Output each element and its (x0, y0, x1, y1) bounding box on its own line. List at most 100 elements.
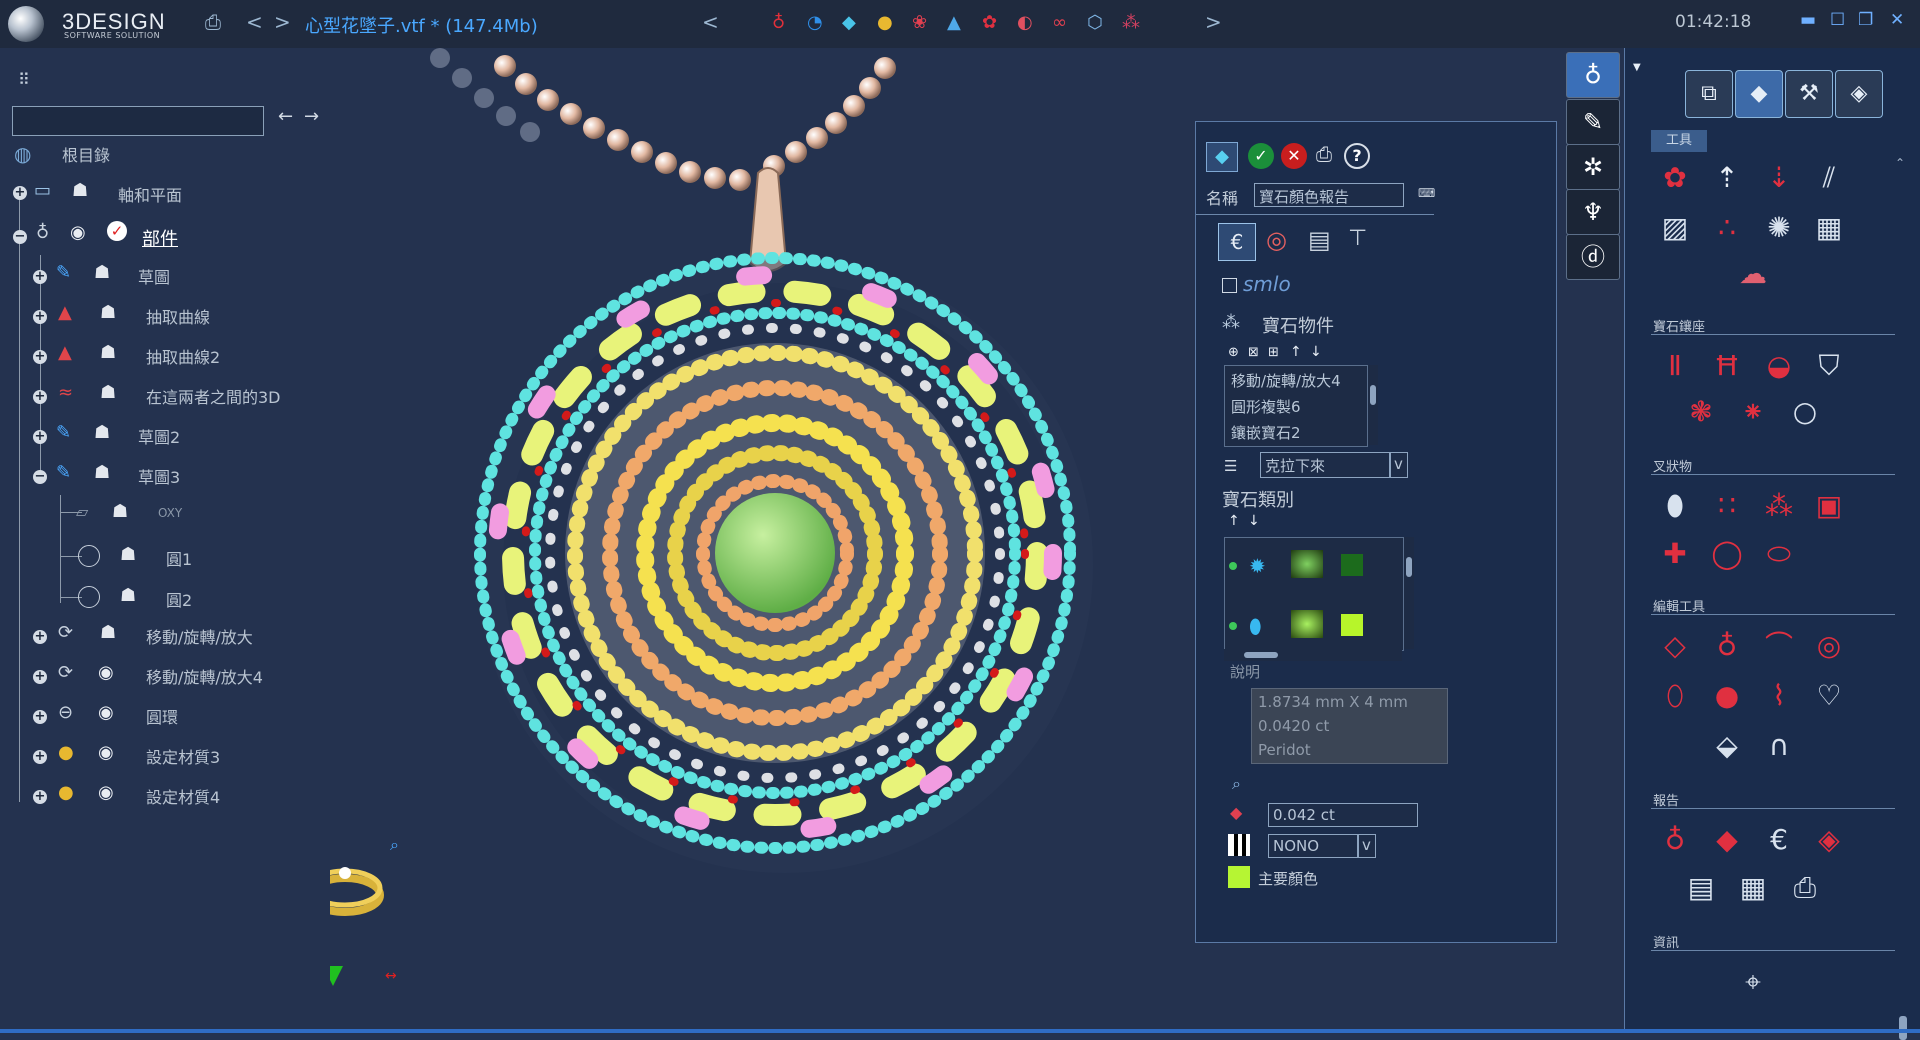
document-tab-icon[interactable]: ▤ (1308, 226, 1331, 254)
edit-curve-icon[interactable]: ⌇ (1761, 678, 1797, 714)
tree-collapse-button[interactable]: − (33, 470, 47, 484)
tree-item-sketch[interactable]: 草圖 (138, 264, 170, 288)
tree-expand-button[interactable]: + (33, 430, 47, 444)
visibility-hidden-icon[interactable]: ☗ (120, 544, 136, 565)
tree-item-axes-planes[interactable]: 軸和平面 (118, 182, 182, 206)
tools-tab[interactable]: 工具 (1651, 130, 1707, 152)
back-button[interactable]: < (246, 10, 263, 34)
category-move-up-icon[interactable]: ↑ (1228, 513, 1240, 529)
tree-item-extract-curve-2[interactable]: 抽取曲線2 (146, 344, 220, 368)
prong-setting-icon[interactable]: Ⅱ (1657, 348, 1693, 384)
edit-heart-icon[interactable]: ♡ (1811, 678, 1847, 714)
cylinder-prong-icon[interactable]: ⬮ (1657, 488, 1693, 524)
gem-scatter-icon[interactable]: ∴ (1709, 210, 1745, 246)
pipe-tool-icon[interactable]: ◔ (807, 12, 823, 33)
diamond-tool-icon[interactable]: ◆ (842, 12, 856, 33)
visibility-hidden-icon[interactable]: ☗ (94, 462, 110, 483)
move-up-icon[interactable]: ↑ (1290, 344, 1302, 360)
multi-prong-icon[interactable]: ⁂ (1761, 488, 1797, 524)
add-item-icon[interactable]: ⊕ (1228, 345, 1239, 360)
edit-ruby-icon[interactable]: ● (1709, 678, 1745, 714)
visibility-hidden-icon[interactable]: ☗ (72, 180, 88, 201)
tree-item-torus[interactable]: 圓環 (146, 704, 178, 728)
render-mode-button[interactable]: ♆ (1566, 189, 1620, 235)
magnifier-icon[interactable]: ⌕ (1232, 774, 1241, 794)
zoom-view-icon[interactable]: ⌕ (390, 835, 399, 854)
cluster-setting-icon[interactable]: ❃ (1683, 394, 1719, 430)
gem-cluster-icon[interactable]: ✿ (1657, 160, 1693, 196)
twist-tool-icon[interactable]: ❀ (912, 12, 927, 33)
report-gem-icon[interactable]: ◆ (1709, 822, 1745, 858)
di-mode-button[interactable]: ⓓ (1566, 234, 1620, 280)
tree-item-circle-1[interactable]: 圓1 (166, 546, 192, 570)
mesh-mode-button[interactable]: ✲ (1566, 144, 1620, 190)
tools-tab-icon[interactable]: ⚒ (1785, 70, 1833, 118)
tree-item-material-4[interactable]: 設定材質4 (146, 784, 220, 808)
panel-scrollbar[interactable] (1899, 1016, 1907, 1040)
rotate-view-icon[interactable]: ↔ (385, 968, 397, 984)
panel-dropdown-icon[interactable]: ▼ (1633, 62, 1641, 73)
edit-horseshoe-icon[interactable]: ∩ (1761, 728, 1797, 764)
gem-category-scrollbar[interactable] (1404, 537, 1414, 649)
gem-category-color-swatch[interactable] (1341, 614, 1363, 636)
solitaire-setting-icon[interactable]: ○ (1787, 394, 1823, 430)
tree-search-input[interactable] (12, 106, 264, 136)
gems-tab-icon[interactable]: ◆ (1735, 70, 1783, 118)
text-tab-icon[interactable]: ⊤ (1348, 226, 1367, 251)
link-tool-icon[interactable]: ∞ (1052, 12, 1067, 33)
currency-tab-icon[interactable]: € (1218, 223, 1256, 261)
tree-item-circle-2[interactable]: 圓2 (166, 587, 192, 611)
gem-objects-list[interactable]: 移動/旋轉/放大4 圓形複製6 鑲嵌寶石2 (1224, 365, 1368, 447)
pave-tool-icon[interactable]: ✿ (982, 12, 997, 33)
visibility-hidden-icon[interactable]: ☗ (112, 501, 128, 522)
edit-arc-icon[interactable]: ⌒ (1761, 628, 1797, 664)
nono-dropdown-arrow[interactable]: v (1358, 834, 1376, 858)
info-gem-icon[interactable]: ⌖ (1735, 964, 1771, 1000)
list-item[interactable]: 圓形複製6 (1231, 396, 1301, 417)
gem-grid-icon[interactable]: ▦ (1811, 210, 1847, 246)
tree-item-transform[interactable]: 移動/旋轉/放大 (146, 624, 253, 648)
gem-category-hscroll[interactable] (1224, 649, 1402, 661)
forward-button[interactable]: > (274, 10, 291, 34)
visibility-hidden-icon[interactable]: ☗ (100, 622, 116, 643)
tree-item-sketch-2[interactable]: 草圖2 (138, 424, 180, 448)
edit-drop-icon[interactable]: ⬙ (1709, 728, 1745, 764)
head-setting-icon[interactable]: ⛉ (1811, 348, 1847, 384)
tree-item-3d-between[interactable]: 在這兩者之間的3D (146, 384, 281, 408)
tree-expand-button[interactable]: + (33, 710, 47, 724)
gem-flower-icon[interactable]: ✺ (1761, 210, 1797, 246)
bezel-setting-icon[interactable]: ◒ (1761, 348, 1797, 384)
main-color-swatch[interactable] (1228, 866, 1250, 888)
visibility-hidden-icon[interactable]: ☗ (120, 585, 136, 606)
restore-button[interactable]: ❐ (1858, 10, 1873, 30)
keyboard-icon[interactable]: ⌨ (1418, 186, 1435, 200)
tree-expand-button[interactable]: + (33, 790, 47, 804)
panel-menu-icon[interactable]: ⠿ (18, 70, 30, 89)
ring-prong-icon[interactable]: ◯ (1709, 536, 1745, 572)
sort-dropdown[interactable]: 克拉下來 (1260, 452, 1390, 478)
visibility-eye-icon[interactable]: ◉ (70, 222, 86, 243)
gem-pave-icon[interactable]: ☁ (1735, 256, 1771, 292)
toolbar-scroll-right-button[interactable]: > (1205, 10, 1222, 34)
cluster-tool-icon[interactable]: ⁂ (1122, 12, 1140, 33)
material-tool-icon[interactable]: ● (877, 12, 893, 33)
gem-objects-scrollbar[interactable] (1368, 365, 1378, 445)
report-color-icon[interactable]: ◈ (1811, 822, 1847, 858)
visibility-eye-icon[interactable]: ◉ (98, 702, 114, 723)
box-prong-icon[interactable]: ▣ (1811, 488, 1847, 524)
report-ring-icon[interactable]: ♁ (1657, 822, 1693, 858)
category-move-down-icon[interactable]: ↓ (1248, 513, 1260, 529)
cube-tool-icon[interactable]: ⬡ (1087, 12, 1103, 33)
tree-item-sketch-3[interactable]: 草圖3 (138, 464, 180, 488)
cancel-button[interactable]: ✕ (1281, 143, 1307, 169)
nono-dropdown[interactable]: NONO (1268, 834, 1358, 858)
gem-drop-icon[interactable]: ⇣ (1761, 160, 1797, 196)
tree-item-oxy[interactable]: OXY (158, 506, 182, 530)
visibility-hidden-icon[interactable]: ☗ (94, 422, 110, 443)
smlo-checkbox[interactable] (1222, 278, 1237, 293)
shapes-tab-icon[interactable]: ⧉ (1685, 70, 1733, 118)
tree-expand-button[interactable]: + (33, 670, 47, 684)
close-button[interactable]: ✕ (1890, 10, 1904, 30)
orientation-gizmo[interactable] (330, 867, 384, 986)
tree-expand-button[interactable]: + (33, 310, 47, 324)
